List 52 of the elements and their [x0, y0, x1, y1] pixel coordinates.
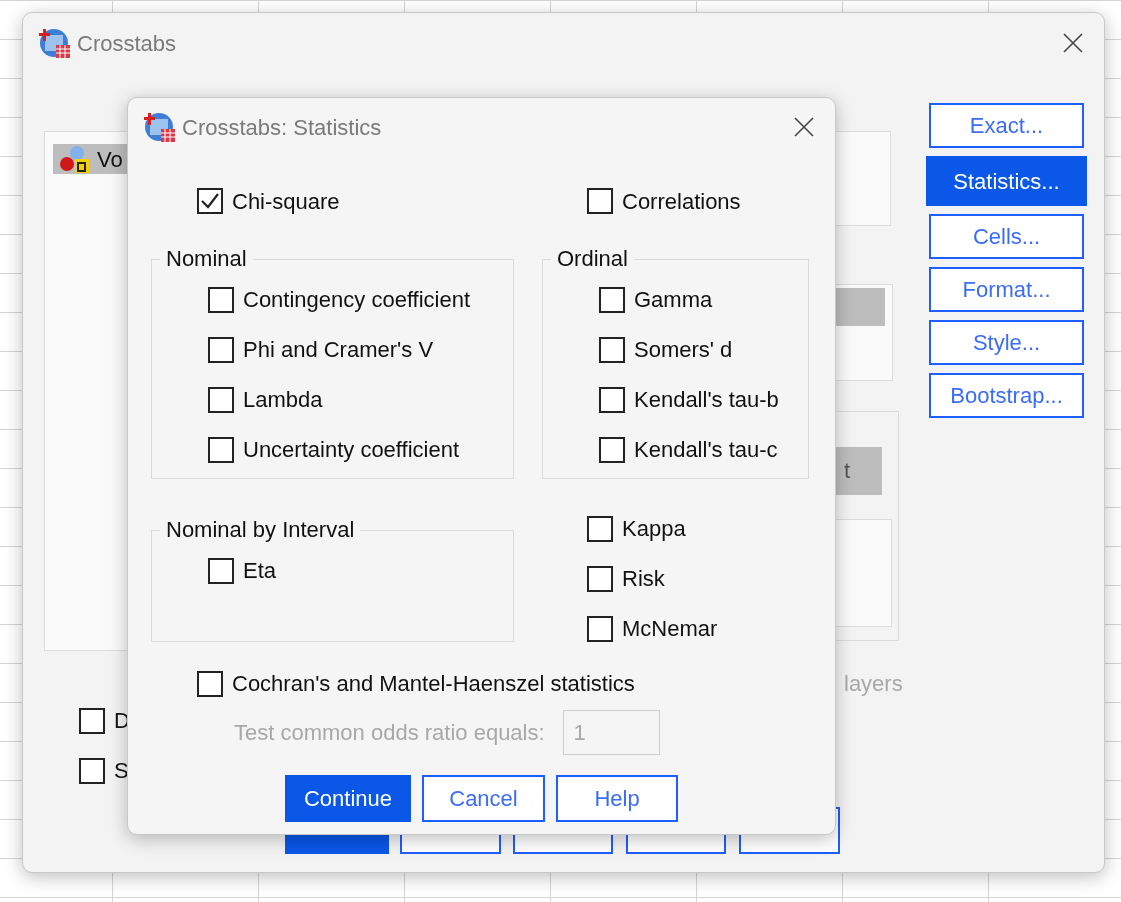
checkbox-label: Chi-square — [232, 187, 340, 216]
checkbox[interactable] — [79, 707, 105, 734]
side-button[interactable]: Cells... — [929, 214, 1084, 259]
checkbox-label: Cochran's and Mantel-Haenszel statistics — [232, 670, 635, 699]
checkbox-label: Kendall's tau-b — [634, 386, 779, 415]
checkbox[interactable] — [599, 286, 625, 313]
group-title: Nominal — [165, 247, 248, 272]
dialog-button[interactable]: Help — [556, 775, 678, 823]
checkbox[interactable] — [599, 386, 625, 413]
dialog-title: Crosstabs: Statistics — [182, 113, 382, 142]
group-title: Ordinal — [556, 247, 629, 272]
checkbox[interactable] — [197, 188, 223, 214]
side-button[interactable]: Format... — [929, 267, 1084, 312]
layers-label: layers — [844, 670, 903, 698]
side-button[interactable]: Statistics... — [926, 156, 1087, 206]
checkbox[interactable] — [587, 188, 613, 214]
dialog-button[interactable]: Cancel — [422, 775, 545, 823]
checkbox-label: Uncertainty coefficient — [243, 436, 460, 465]
checkbox[interactable] — [208, 386, 234, 413]
checkbox-label: Kappa — [622, 515, 686, 544]
checkbox-label: McNemar — [622, 615, 718, 644]
group-title: Nominal by Interval — [165, 518, 356, 543]
side-button[interactable]: Style... — [929, 320, 1084, 365]
checkbox[interactable] — [587, 615, 613, 642]
checkbox-label: Somers' d — [634, 336, 733, 365]
side-button[interactable]: Exact... — [929, 103, 1084, 148]
checkbox-label: Eta — [243, 557, 277, 586]
checkbox[interactable] — [587, 565, 613, 592]
checkbox[interactable] — [197, 670, 223, 697]
checkbox-label: Lambda — [243, 386, 323, 415]
checkbox-label: Correlations — [622, 187, 741, 216]
checkbox[interactable] — [587, 515, 613, 542]
checkbox-label: Risk — [622, 565, 665, 594]
dialog-button[interactable]: Continue — [285, 775, 411, 823]
side-button[interactable]: Bootstrap... — [929, 373, 1084, 418]
field-label: Test common odds ratio equals: — [234, 719, 545, 748]
checkbox-label: Phi and Cramer's V — [243, 336, 434, 365]
window-title: Crosstabs — [77, 29, 177, 58]
checkbox[interactable] — [599, 336, 625, 363]
variable-icon — [59, 145, 91, 173]
checkbox[interactable] — [208, 557, 234, 584]
checkbox[interactable] — [599, 436, 625, 463]
checkbox-label: Gamma — [634, 286, 713, 315]
checkbox-label: Contingency coefficient — [243, 286, 471, 315]
app-icon — [144, 111, 176, 143]
checkbox-label: Kendall's tau-c — [634, 436, 778, 465]
checkbox-label: S — [114, 757, 129, 785]
checkbox[interactable] — [208, 286, 234, 313]
app-icon — [39, 27, 71, 59]
checkbox[interactable] — [208, 436, 234, 463]
checkbox[interactable] — [79, 757, 105, 784]
checkbox[interactable] — [208, 336, 234, 363]
